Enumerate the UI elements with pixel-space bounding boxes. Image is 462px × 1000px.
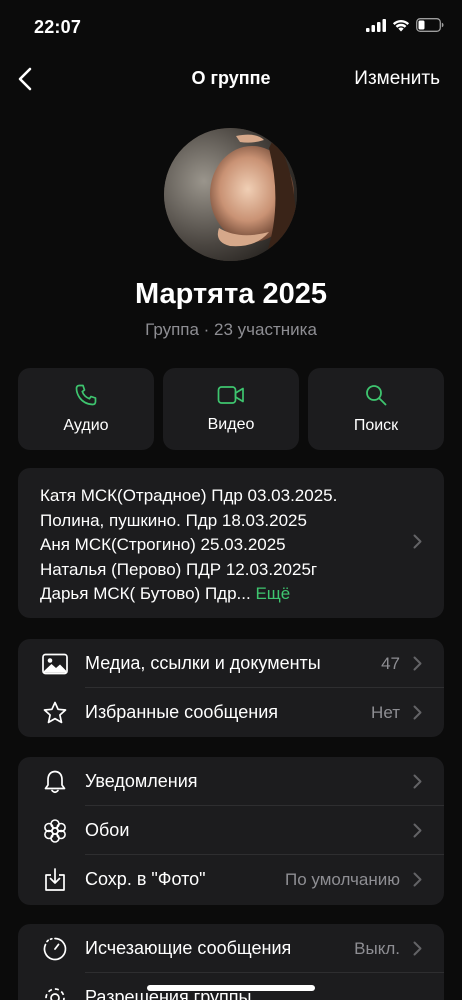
settings-section: Уведомления Обои Сохр. в "Фото" По умолч…	[18, 757, 444, 905]
row-label: Избранные сообщения	[85, 702, 279, 722]
audio-label: Аудио	[63, 417, 109, 434]
status-time: 22:07	[34, 17, 82, 37]
row-value: Нет	[371, 702, 400, 722]
more-link[interactable]: Ещё	[255, 584, 290, 603]
group-description[interactable]: Катя МСК(Отрадное) Пдр 03.03.2025. Полин…	[18, 468, 444, 618]
group-subtitle: Группа · 23 участника	[145, 320, 317, 339]
avatar-image	[164, 128, 297, 261]
chevron-right-icon	[413, 823, 422, 838]
action-buttons: Аудио Видео Поиск	[18, 368, 444, 450]
search-button[interactable]: Поиск	[308, 368, 444, 450]
notifications-row[interactable]: Уведомления	[18, 757, 444, 806]
starred-messages-row[interactable]: Избранные сообщения Нет	[18, 688, 444, 737]
nav-bar: О группе Изменить	[0, 58, 462, 100]
chevron-right-icon	[413, 872, 422, 887]
search-label: Поиск	[353, 417, 399, 434]
description-line: Аня МСК(Строгино) 25.03.2025	[40, 535, 286, 554]
chevron-right-icon	[413, 534, 422, 549]
row-label: Сохр. в "Фото"	[85, 869, 206, 889]
signal-icon	[366, 18, 386, 32]
row-label: Обои	[85, 820, 130, 840]
media-links-docs-row[interactable]: Медиа, ссылки и документы 47	[18, 639, 444, 688]
row-label: Медиа, ссылки и документы	[85, 653, 321, 673]
description-last-line: Дарья МСК( Бутово) Пдр... Ещё	[40, 582, 394, 607]
audio-call-button[interactable]: Аудио	[18, 368, 154, 450]
home-indicator[interactable]	[147, 985, 315, 991]
chevron-right-icon	[413, 705, 422, 720]
description-line: Катя МСК(Отрадное) Пдр 03.03.2025.	[40, 486, 338, 505]
bell-icon	[42, 769, 68, 795]
row-value: По умолчанию	[285, 869, 400, 889]
search-icon	[366, 385, 387, 406]
video-icon	[217, 386, 244, 404]
description-line: Дарья МСК( Бутово) Пдр...	[40, 584, 251, 603]
photo-icon	[42, 651, 68, 677]
media-section: Медиа, ссылки и документы 47 Избранные с…	[18, 639, 444, 737]
timer-icon	[42, 936, 68, 962]
video-label: Видео	[207, 416, 255, 433]
star-icon	[42, 700, 68, 726]
status-icons	[366, 18, 444, 32]
wifi-icon	[392, 19, 410, 31]
row-label: Уведомления	[85, 771, 198, 791]
battery-icon	[416, 18, 444, 32]
chevron-right-icon	[413, 656, 422, 671]
disappearing-messages-row[interactable]: Исчезающие сообщения Выкл.	[18, 924, 444, 973]
chevron-right-icon	[413, 774, 422, 789]
video-call-button[interactable]: Видео	[163, 368, 299, 450]
phone-icon	[75, 384, 97, 406]
gear-icon	[42, 985, 68, 1000]
edit-button[interactable]: Изменить	[354, 68, 440, 90]
flower-icon	[42, 818, 68, 844]
group-avatar[interactable]	[164, 128, 297, 261]
status-bar: 22:07	[0, 0, 462, 56]
save-to-photos-row[interactable]: Сохр. в "Фото" По умолчанию	[18, 855, 444, 904]
row-value: 47	[381, 653, 400, 673]
wallpaper-row[interactable]: Обои	[18, 806, 444, 855]
row-label: Исчезающие сообщения	[85, 938, 292, 958]
description-line: Полина, пушкино. Пдр 18.03.2025	[40, 510, 307, 530]
chevron-right-icon	[413, 941, 422, 956]
group-name: Мартята 2025	[135, 278, 327, 310]
description-line: Наталья (Перово) ПДР 12.03.2025г	[40, 559, 318, 579]
download-icon	[42, 867, 68, 893]
row-value: Выкл.	[354, 938, 400, 958]
